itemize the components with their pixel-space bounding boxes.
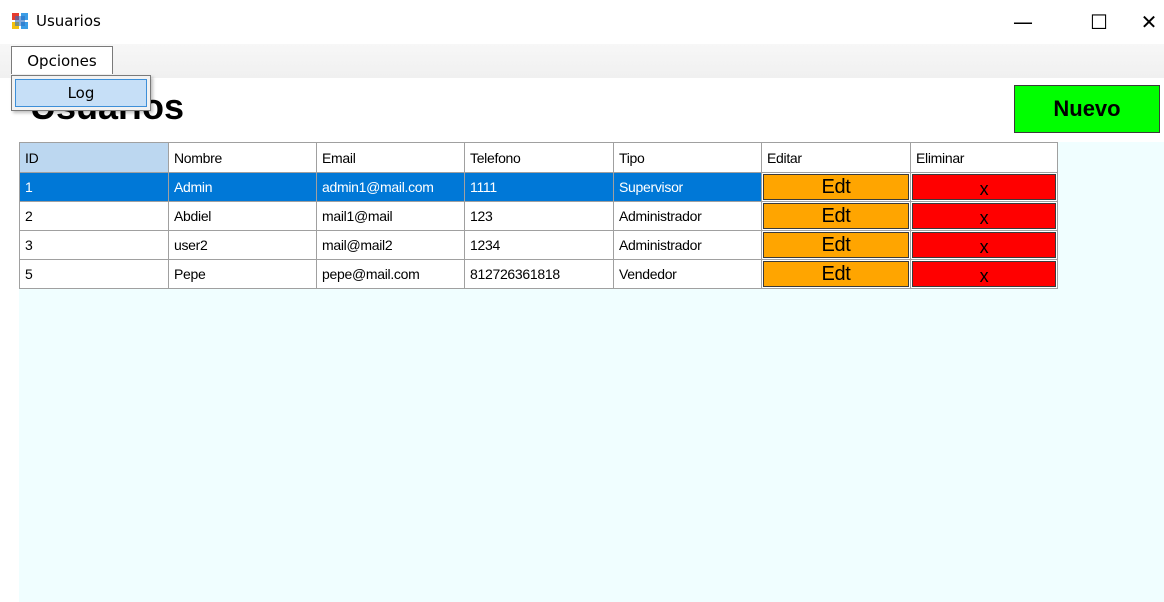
cell-nombre[interactable]: Admin xyxy=(168,172,317,202)
window-title: Usuarios xyxy=(36,12,101,30)
cell-nombre[interactable]: Pepe xyxy=(168,259,317,289)
cell-eliminar: x xyxy=(910,259,1058,289)
nuevo-button[interactable]: Nuevo xyxy=(1014,85,1160,133)
cell-nombre[interactable]: user2 xyxy=(168,230,317,260)
cell-id[interactable]: 3 xyxy=(19,230,169,260)
cell-editar: Edt xyxy=(761,201,911,231)
opciones-dropdown: Log xyxy=(11,75,151,111)
app-window-icon xyxy=(12,13,28,29)
cell-eliminar: x xyxy=(910,201,1058,231)
delete-button[interactable]: x xyxy=(912,203,1056,229)
edit-button[interactable]: Edt xyxy=(763,261,909,287)
cell-id[interactable]: 1 xyxy=(19,172,169,202)
edit-button[interactable]: Edt xyxy=(763,203,909,229)
column-header-editar[interactable]: Editar xyxy=(761,142,911,173)
header-row: ID Nombre Email Telefono Tipo Editar Eli… xyxy=(19,142,1058,173)
column-header-tipo[interactable]: Tipo xyxy=(613,142,762,173)
cell-telefono[interactable]: 123 xyxy=(464,201,614,231)
table-row[interactable]: 1 Admin admin1@mail.com 1111 Supervisor … xyxy=(19,172,1058,202)
cell-tipo[interactable]: Vendedor xyxy=(613,259,762,289)
edit-button[interactable]: Edt xyxy=(763,232,909,258)
cell-email[interactable]: mail1@mail xyxy=(316,201,465,231)
delete-button[interactable]: x xyxy=(912,261,1056,287)
cell-tipo[interactable]: Administrador xyxy=(613,201,762,231)
menu-bar: Opciones xyxy=(0,44,1164,78)
cell-telefono[interactable]: 812726361818 xyxy=(464,259,614,289)
column-header-id[interactable]: ID xyxy=(19,142,169,173)
minimize-button[interactable]: — xyxy=(1000,0,1046,44)
cell-email[interactable]: admin1@mail.com xyxy=(316,172,465,202)
users-grid: ID Nombre Email Telefono Tipo Editar Eli… xyxy=(19,142,1058,289)
column-header-telefono[interactable]: Telefono xyxy=(464,142,614,173)
cell-eliminar: x xyxy=(910,172,1058,202)
cell-eliminar: x xyxy=(910,230,1058,260)
column-header-email[interactable]: Email xyxy=(316,142,465,173)
cell-tipo[interactable]: Supervisor xyxy=(613,172,762,202)
cell-editar: Edt xyxy=(761,259,911,289)
column-header-nombre[interactable]: Nombre xyxy=(168,142,317,173)
menu-opciones[interactable]: Opciones xyxy=(11,46,113,74)
delete-button[interactable]: x xyxy=(912,174,1056,200)
cell-email[interactable]: mail@mail2 xyxy=(316,230,465,260)
close-button[interactable]: ✕ xyxy=(1134,0,1164,44)
cell-id[interactable]: 5 xyxy=(19,259,169,289)
table-row[interactable]: 3 user2 mail@mail2 1234 Administrador Ed… xyxy=(19,230,1058,260)
cell-editar: Edt xyxy=(761,230,911,260)
cell-tipo[interactable]: Administrador xyxy=(613,230,762,260)
edit-button[interactable]: Edt xyxy=(763,174,909,200)
table-row[interactable]: 2 Abdiel mail1@mail 123 Administrador Ed… xyxy=(19,201,1058,231)
cell-nombre[interactable]: Abdiel xyxy=(168,201,317,231)
cell-editar: Edt xyxy=(761,172,911,202)
table-row[interactable]: 5 Pepe pepe@mail.com 812726361818 Vended… xyxy=(19,259,1058,289)
client-area: Usuarios Nuevo ID Nombre Email Telefono … xyxy=(0,78,1164,602)
cell-telefono[interactable]: 1111 xyxy=(464,172,614,202)
title-bar: Usuarios — ☐ ✕ xyxy=(0,0,1164,44)
menu-item-log[interactable]: Log xyxy=(15,79,147,107)
cell-email[interactable]: pepe@mail.com xyxy=(316,259,465,289)
column-header-eliminar[interactable]: Eliminar xyxy=(910,142,1058,173)
cell-telefono[interactable]: 1234 xyxy=(464,230,614,260)
delete-button[interactable]: x xyxy=(912,232,1056,258)
cell-id[interactable]: 2 xyxy=(19,201,169,231)
maximize-button[interactable]: ☐ xyxy=(1076,0,1122,44)
